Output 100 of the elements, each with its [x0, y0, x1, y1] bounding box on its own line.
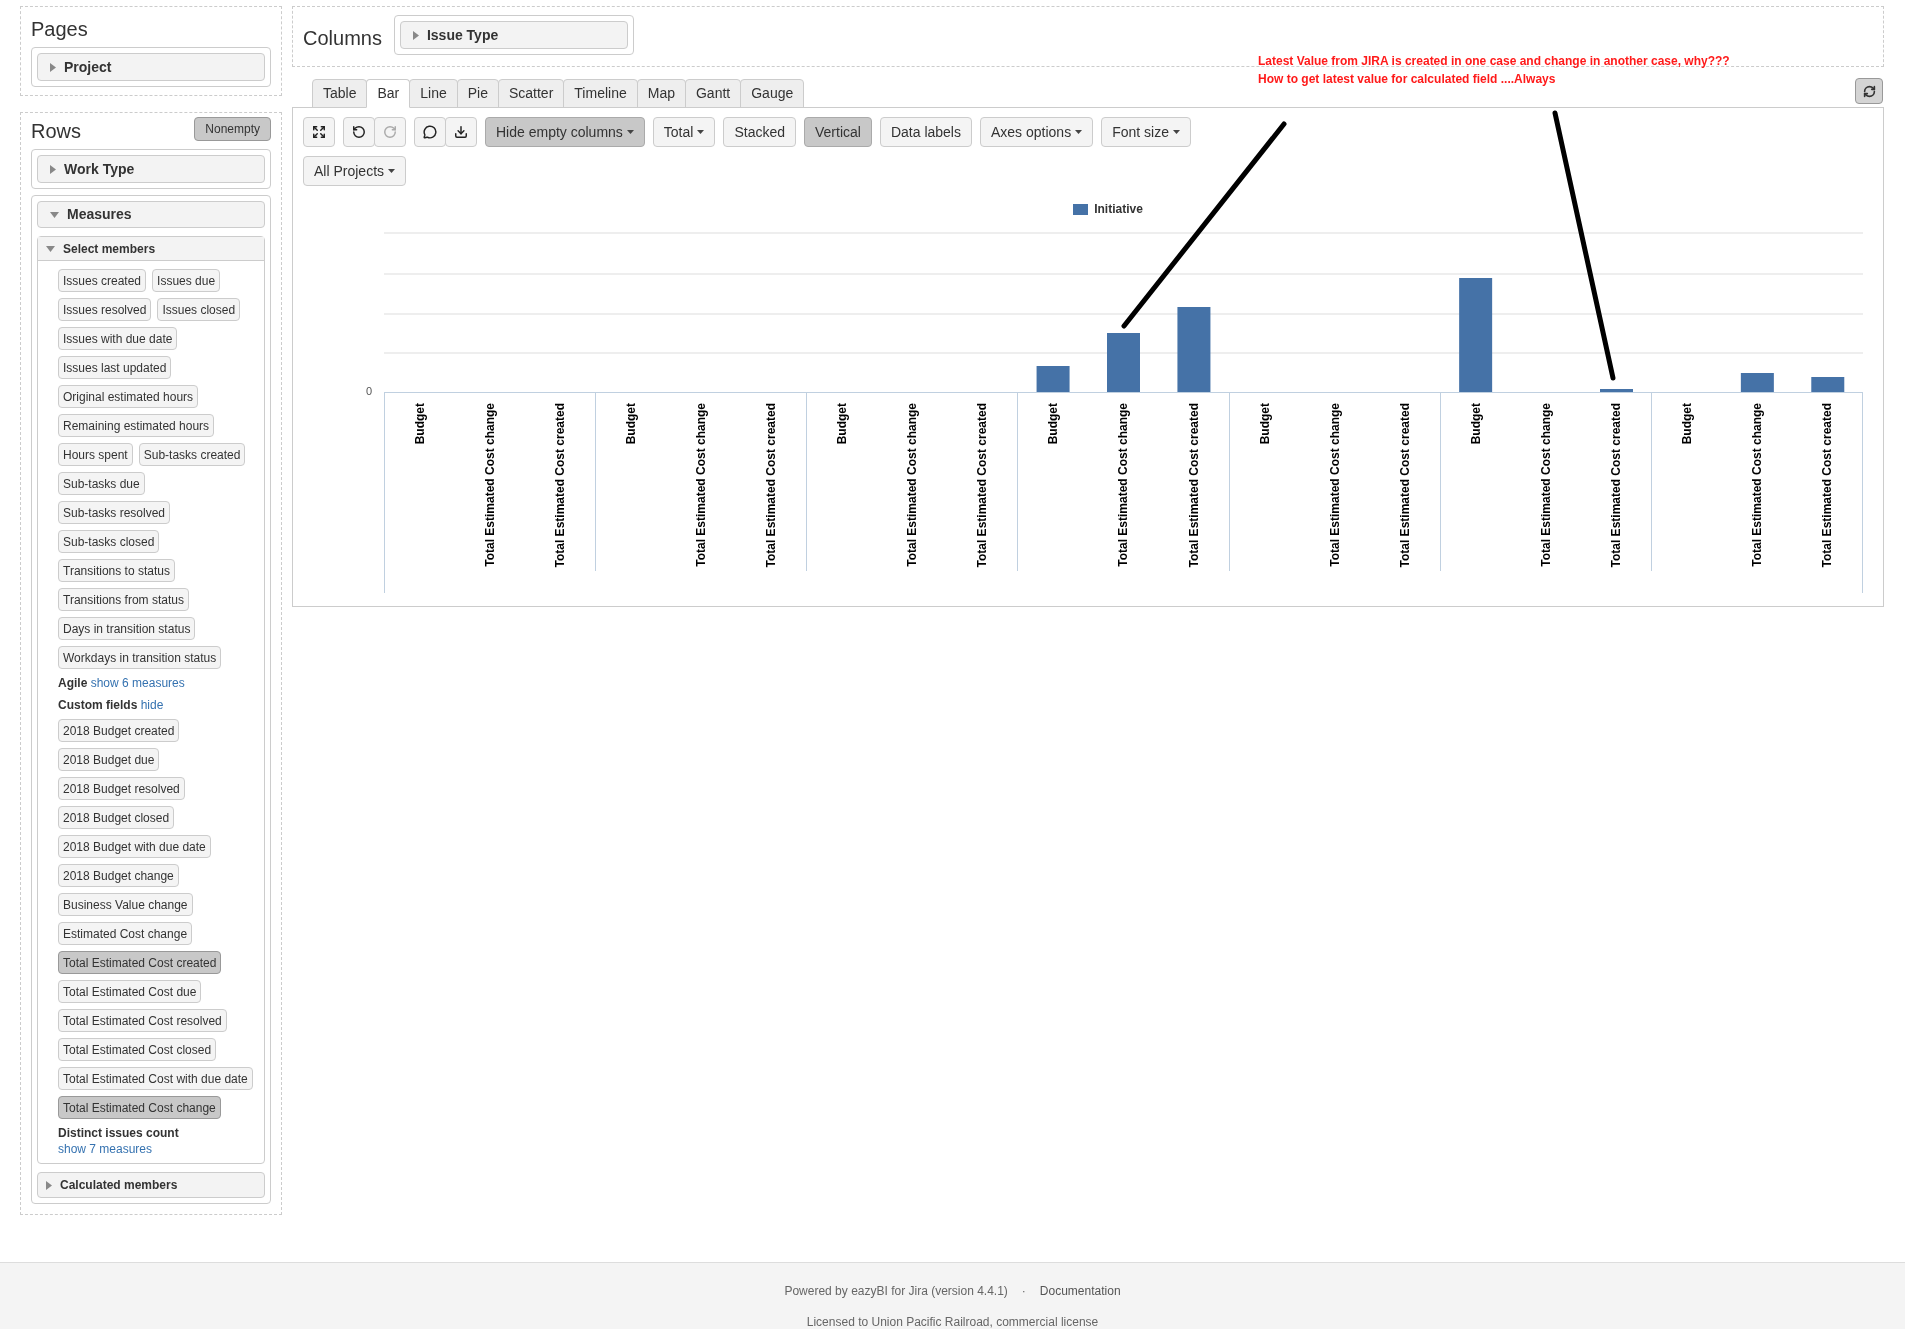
measure-chip[interactable]: 2018 Budget closed — [58, 806, 175, 829]
chart-tab[interactable]: Line — [409, 79, 458, 108]
dimension-header[interactable]: Work Type — [37, 155, 265, 183]
chart-bar — [1811, 377, 1845, 393]
x-axis-label: Budget — [1678, 403, 1695, 445]
chart-tab[interactable]: Timeline — [563, 79, 638, 108]
measure-chip[interactable]: 2018 Budget resolved — [58, 777, 185, 800]
calculated-members-header[interactable]: Calculated members — [37, 1172, 265, 1198]
chart-tab[interactable]: Bar — [366, 79, 411, 108]
dropdown-button[interactable]: Hide empty columns — [485, 117, 645, 147]
measure-chip[interactable]: Days in transition status — [58, 617, 196, 640]
chart-tab[interactable]: Gauge — [740, 79, 805, 108]
x-axis-label: Budget — [623, 403, 640, 445]
separator-dot: · — [1021, 1283, 1026, 1300]
x-axis-label: Budget — [1256, 403, 1273, 445]
measure-chip[interactable]: Sub-tasks closed — [58, 530, 160, 553]
annotation-text: Latest Value from JIRA is created in one case and change in another case, why??? — [1258, 53, 1730, 70]
x-axis-label: Total Estimated Cost created — [1607, 403, 1624, 568]
toggle-button[interactable]: Stacked — [723, 117, 796, 147]
measure-chip[interactable]: Total Estimated Cost created — [58, 951, 222, 974]
measure-chip[interactable]: Total Estimated Cost resolved — [58, 1009, 227, 1032]
measure-chip[interactable]: 2018 Budget created — [58, 719, 180, 742]
measure-chip[interactable]: Estimated Cost change — [58, 922, 193, 945]
measure-chip[interactable]: Issues created — [58, 269, 147, 292]
measure-chip[interactable]: Issues with due date — [58, 327, 178, 350]
y-axis-tick: 0 — [365, 383, 372, 399]
chart-bar — [1107, 333, 1140, 393]
measure-chip[interactable]: Issues resolved — [58, 298, 152, 321]
x-axis-label: Total Estimated Cost change — [1115, 403, 1132, 567]
x-axis-label: Budget — [1045, 403, 1062, 445]
group-link[interactable]: show 6 measures — [90, 676, 185, 690]
fullscreen-icon — [312, 125, 326, 139]
download-icon — [454, 125, 468, 139]
group-title: Agile — [58, 676, 88, 690]
chart-tab[interactable]: Table — [312, 79, 368, 108]
dropdown-button[interactable]: All Projects — [303, 156, 407, 186]
measure-chip[interactable]: Original estimated hours — [58, 385, 199, 408]
x-axis-label: Total Estimated Cost created — [1396, 403, 1413, 568]
measure-chip[interactable]: Transitions from status — [58, 588, 189, 611]
x-axis-label: Total Estimated Cost change — [1326, 403, 1343, 567]
dimension-label: Project — [64, 57, 112, 77]
measure-chip[interactable]: Total Estimated Cost change — [58, 1096, 221, 1119]
measure-chip[interactable]: Total Estimated Cost closed — [58, 1038, 217, 1061]
x-axis-label: Total Estimated Cost change — [904, 403, 921, 567]
dimension-header[interactable]: Project — [37, 53, 265, 81]
toggle-button[interactable]: Vertical — [804, 117, 872, 147]
dimension-header[interactable]: Issue Type — [399, 21, 628, 49]
dimension-label: Work Type — [64, 159, 135, 179]
measure-chip[interactable]: Workdays in transition status — [58, 646, 222, 669]
select-members-header[interactable]: Select members — [38, 237, 264, 261]
x-axis-label: Total Estimated Cost created — [1185, 403, 1202, 568]
chart-bar — [1740, 373, 1774, 393]
measure-chip[interactable]: Hours spent — [58, 443, 133, 466]
measure-chip[interactable]: Total Estimated Cost due — [58, 980, 202, 1003]
refresh-icon — [1862, 84, 1876, 98]
dropdown-button[interactable]: Total — [652, 117, 716, 147]
x-axis-label: Budget — [834, 403, 851, 445]
comment-button[interactable] — [414, 117, 446, 147]
measure-chip[interactable]: Sub-tasks created — [138, 443, 246, 466]
refresh-button[interactable] — [1855, 78, 1883, 104]
measure-chip[interactable]: Total Estimated Cost with due date — [58, 1067, 253, 1090]
group-title: Distinct issues count — [58, 1126, 179, 1140]
panel-title: Rows — [31, 119, 81, 143]
legend-swatch-icon — [1073, 203, 1089, 215]
measure-chip[interactable]: Issues closed — [157, 298, 241, 321]
annotation-text: How to get latest value for calculated field ....Always — [1258, 71, 1557, 88]
measure-chip[interactable]: Sub-tasks resolved — [58, 501, 171, 524]
undo-button[interactable] — [343, 117, 375, 147]
measure-chip[interactable]: Sub-tasks due — [58, 472, 145, 495]
panel-title: Columns — [303, 26, 382, 51]
license-text: Licensed to Union Pacific Railroad, commercial license — [806, 1314, 1099, 1329]
measure-chip[interactable]: 2018 Budget change — [58, 864, 179, 887]
fullscreen-button[interactable] — [303, 117, 335, 147]
x-axis-label: Total Estimated Cost change — [693, 403, 710, 567]
toggle-button[interactable]: Data labels — [879, 117, 972, 147]
comment-icon — [423, 125, 437, 139]
x-axis-label: Total Estimated Cost created — [552, 403, 569, 568]
group-link[interactable]: show 7 measures — [58, 1142, 153, 1156]
chart-bar — [1600, 389, 1633, 393]
x-axis-label: Total Estimated Cost change — [1537, 403, 1554, 567]
group-title: Custom fields — [58, 698, 138, 712]
x-axis-label: Total Estimated Cost created — [974, 403, 991, 568]
nonempty-button[interactable]: Nonempty — [194, 117, 271, 141]
panel-title: Pages — [31, 17, 89, 41]
undo-icon — [352, 125, 366, 139]
group-link[interactable]: hide — [140, 698, 164, 712]
dropdown-button[interactable]: Axes options — [979, 117, 1094, 147]
documentation-link[interactable]: Documentation — [1039, 1282, 1121, 1300]
measure-chip[interactable]: Issues due — [152, 269, 221, 292]
measure-chip[interactable]: Issues last updated — [58, 356, 172, 379]
download-button[interactable] — [445, 117, 477, 147]
dropdown-button[interactable]: Font size — [1101, 117, 1191, 147]
measure-chip[interactable]: 2018 Budget with due date — [58, 835, 211, 858]
section-label: Select members — [63, 240, 156, 258]
measure-chip[interactable]: 2018 Budget due — [58, 748, 160, 771]
measure-chip[interactable]: Remaining estimated hours — [58, 414, 215, 437]
measures-header[interactable]: Measures — [37, 201, 265, 228]
measure-chip[interactable]: Transitions to status — [58, 559, 175, 582]
x-axis-label: Budget — [1467, 403, 1484, 445]
measure-chip[interactable]: Business Value change — [58, 893, 193, 916]
